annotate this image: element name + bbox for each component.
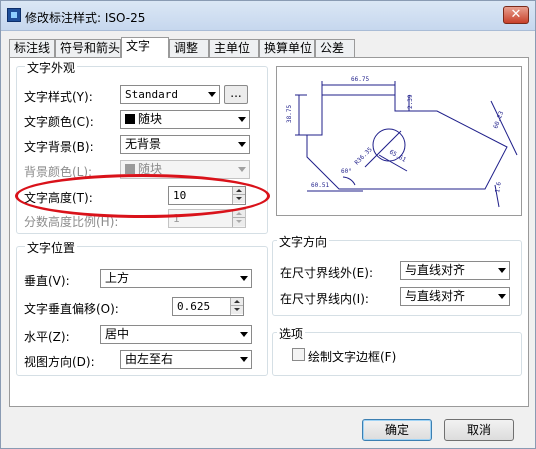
tab-alternate-units[interactable]: 换算单位 (259, 39, 315, 57)
text-color-label: 文字颜色(C): (24, 115, 94, 129)
highlight-ellipse (15, 174, 270, 218)
tab-symbols-arrows[interactable]: 符号和箭头 (55, 39, 121, 57)
preview-dim-text: 60.51 (311, 182, 329, 189)
frame-text-checkbox[interactable] (292, 348, 305, 361)
tab-panel: 文字外观 文字样式(Y): Standard ... 文字颜色(C): 随块 文… (9, 57, 529, 407)
view-direction-select[interactable]: 由左至右 (120, 350, 252, 369)
preview-dim-text: R36.35 (353, 146, 374, 167)
chevron-down-icon (208, 92, 216, 97)
title-bar[interactable]: 修改标注样式: ISO-25 ✕ (1, 1, 535, 31)
chevron-down-icon (238, 142, 246, 147)
text-style-browse-button[interactable]: ... (224, 85, 248, 104)
dimension-preview-drawing: 66.75 38.75 2.39 60.23 R36.35 65.61 60.5… (286, 76, 518, 208)
preview-dim-text: 1.6 (494, 181, 503, 193)
window-title: 修改标注样式: ISO-25 (25, 11, 146, 25)
horizontal-select[interactable]: 居中 (100, 325, 252, 344)
color-swatch (125, 114, 135, 124)
chevron-down-icon (240, 332, 248, 337)
preview-dim-text: 2.39 (407, 94, 414, 109)
vertical-offset-input[interactable]: 0.625 (172, 297, 244, 316)
frame-text-label: 绘制文字边框(F) (308, 350, 397, 364)
chevron-down-icon (240, 357, 248, 362)
vertical-label: 垂直(V): (24, 274, 70, 288)
preview-pane: 66.75 38.75 2.39 60.23 R36.35 65.61 60.5… (276, 66, 522, 216)
chevron-down-icon (498, 268, 506, 273)
spin-up-button[interactable] (231, 298, 243, 306)
preview-dim-text: 60° (341, 168, 352, 175)
tab-tolerances[interactable]: 公差 (315, 39, 355, 57)
text-style-select[interactable]: Standard (120, 85, 220, 104)
spin-up-button[interactable] (233, 210, 245, 218)
cancel-button[interactable]: 取消 (444, 419, 514, 441)
vertical-select[interactable]: 上方 (100, 269, 252, 288)
outside-extension-label: 在尺寸界线外(E): (280, 266, 373, 280)
tab-dimension-lines[interactable]: 标注线 (9, 39, 55, 57)
ok-button[interactable]: 确定 (362, 419, 432, 441)
view-direction-label: 视图方向(D): (24, 355, 95, 369)
spin-down-button[interactable] (231, 306, 243, 314)
text-position-label: 文字位置 (25, 239, 78, 256)
tab-primary-units[interactable]: 主单位 (209, 39, 259, 57)
color-swatch (125, 164, 135, 174)
outside-alignment-select[interactable]: 与直线对齐 (400, 261, 510, 280)
options-label: 选项 (277, 325, 306, 342)
text-color-select[interactable]: 随块 (120, 110, 250, 129)
text-background-label: 文字背景(B): (24, 140, 94, 154)
close-button[interactable]: ✕ (503, 6, 529, 24)
text-background-select[interactable]: 无背景 (120, 135, 250, 154)
tab-fit[interactable]: 调整 (169, 39, 209, 57)
text-style-label: 文字样式(Y): (24, 90, 93, 104)
text-direction-label: 文字方向 (277, 233, 330, 250)
inside-alignment-select[interactable]: 与直线对齐 (400, 287, 510, 306)
chevron-down-icon (498, 294, 506, 299)
preview-dim-text: 38.75 (286, 105, 293, 123)
chevron-down-icon (238, 117, 246, 122)
inside-extension-label: 在尺寸界线内(I): (280, 292, 369, 306)
preview-dim-text: 66.75 (351, 76, 369, 83)
chevron-down-icon (240, 276, 248, 281)
horizontal-label: 水平(Z): (24, 330, 70, 344)
text-appearance-label: 文字外观 (25, 59, 78, 76)
chevron-down-icon (238, 167, 246, 172)
vertical-offset-label: 文字垂直偏移(O): (24, 302, 119, 316)
spin-down-button[interactable] (233, 218, 245, 226)
dialog-window: 修改标注样式: ISO-25 ✕ 标注线 符号和箭头 文字 调整 主单位 换算单… (0, 0, 536, 449)
tab-text[interactable]: 文字 (121, 37, 169, 58)
app-icon (7, 8, 21, 22)
